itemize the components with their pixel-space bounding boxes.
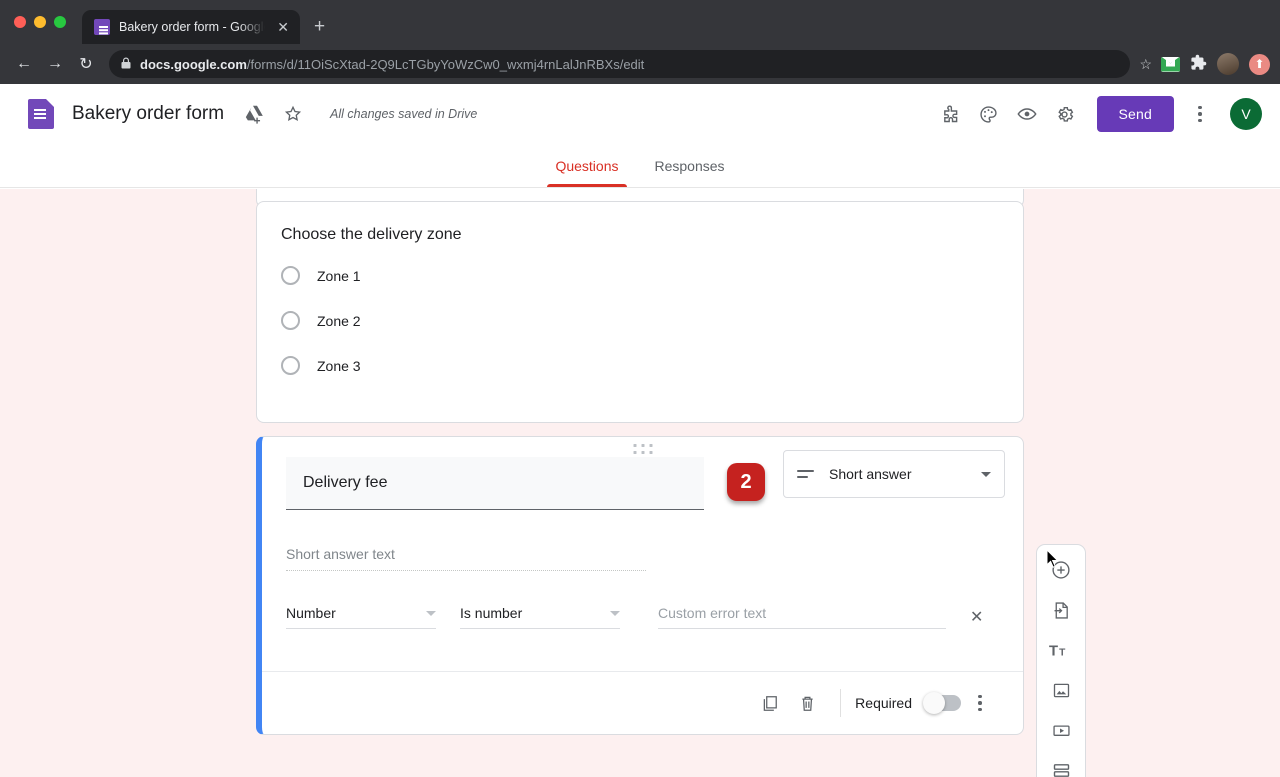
google-forms-logo-icon[interactable] [28, 99, 54, 129]
delete-icon[interactable] [788, 684, 826, 722]
browser-chrome: Bakery order form - Google For ✕ + ← → ↻… [0, 0, 1280, 84]
forms-app: Bakery order form All changes saved in D… [0, 84, 1280, 777]
validation-condition-label: Is number [460, 605, 522, 621]
save-status-text: All changes saved in Drive [330, 107, 477, 121]
add-video-button[interactable] [1041, 713, 1081, 747]
settings-icon[interactable] [1053, 102, 1077, 126]
question-title: Choose the delivery zone [281, 226, 999, 244]
close-window-button[interactable] [14, 16, 26, 28]
question-more-options-icon[interactable] [961, 684, 999, 722]
forms-favicon-icon [94, 19, 110, 35]
url-path: /forms/d/11OiScXtad-2Q9LcTGbyYoWzCw0_wxm… [247, 57, 644, 72]
customize-theme-icon[interactable] [977, 102, 1001, 126]
svg-text:T: T [1059, 648, 1066, 659]
account-avatar[interactable]: V [1230, 98, 1262, 130]
form-title[interactable]: Bakery order form [72, 103, 224, 125]
radio-icon[interactable] [281, 266, 300, 285]
radio-icon[interactable] [281, 356, 300, 375]
duplicate-icon[interactable] [750, 684, 788, 722]
validation-condition-select[interactable]: Is number [460, 605, 620, 629]
extensions-area: ⬆ [1157, 53, 1270, 75]
validation-row: Number Is number Custom error text ✕ [286, 605, 999, 629]
form-canvas: Choose the delivery zone Zone 1 Zone 2 Z… [0, 189, 1280, 777]
question-card-delivery-fee[interactable]: Delivery fee 2 Short answer Short answer… [256, 436, 1024, 735]
maximize-window-button[interactable] [54, 16, 66, 28]
chevron-down-icon[interactable] [426, 611, 436, 616]
step-badge: 2 [727, 463, 765, 501]
radio-icon[interactable] [281, 311, 300, 330]
option-row-zone-3[interactable]: Zone 3 [281, 356, 999, 375]
tab-title: Bakery order form - Google For [119, 20, 265, 34]
required-toggle[interactable] [925, 695, 961, 711]
question-card-delivery-zone[interactable]: Choose the delivery zone Zone 1 Zone 2 Z… [256, 201, 1024, 423]
question-title-input[interactable]: Delivery fee [286, 457, 704, 510]
validation-type-label: Number [286, 605, 336, 621]
question-body: Delivery fee 2 Short answer Short answer… [262, 437, 1023, 629]
lock-icon [121, 57, 131, 72]
profile-avatar-icon[interactable] [1217, 53, 1239, 75]
question-type-label: Short answer [829, 466, 966, 482]
option-label: Zone 1 [317, 268, 361, 284]
custom-error-placeholder: Custom error text [658, 605, 766, 621]
more-options-icon[interactable] [1188, 102, 1212, 126]
forms-tabs: Questions Responses [0, 144, 1280, 188]
chevron-down-icon[interactable] [981, 472, 991, 477]
star-icon[interactable] [276, 97, 310, 131]
add-ons-icon[interactable] [939, 102, 963, 126]
reload-button[interactable]: ↻ [72, 50, 100, 78]
send-button[interactable]: Send [1097, 96, 1175, 132]
minimize-window-button[interactable] [34, 16, 46, 28]
chevron-down-icon[interactable] [610, 611, 620, 616]
validation-type-select[interactable]: Number [286, 605, 436, 629]
remove-validation-icon[interactable]: ✕ [970, 607, 983, 627]
forward-button[interactable]: → [41, 50, 69, 78]
address-bar[interactable]: docs.google.com/forms/d/11OiScXtad-2Q9Lc… [109, 50, 1130, 78]
required-label: Required [855, 695, 912, 711]
add-section-button[interactable] [1041, 753, 1081, 777]
short-answer-placeholder: Short answer text [286, 546, 646, 571]
close-tab-icon[interactable]: ✕ [274, 18, 292, 36]
short-answer-icon [797, 470, 814, 478]
back-button[interactable]: ← [10, 50, 38, 78]
custom-error-input[interactable]: Custom error text [658, 605, 946, 629]
add-title-description-button[interactable]: TT [1041, 633, 1081, 667]
browser-tab[interactable]: Bakery order form - Google For ✕ [82, 10, 300, 44]
window-controls [14, 16, 66, 28]
update-button[interactable]: ⬆ [1249, 54, 1270, 75]
new-tab-button[interactable]: + [314, 16, 325, 38]
browser-toolbar: ← → ↻ docs.google.com/forms/d/11OiScXtad… [0, 44, 1280, 84]
forms-header: Bakery order form All changes saved in D… [0, 84, 1280, 144]
mouse-cursor [1046, 549, 1060, 569]
tab-responses[interactable]: Responses [637, 144, 743, 187]
tab-strip: Bakery order form - Google For ✕ + [0, 0, 1280, 44]
question-footer: Required [262, 671, 1023, 734]
extensions-puzzle-icon[interactable] [1190, 54, 1207, 75]
url-text: docs.google.com/forms/d/11OiScXtad-2Q9Lc… [140, 57, 644, 72]
option-label: Zone 2 [317, 313, 361, 329]
option-label: Zone 3 [317, 358, 361, 374]
import-questions-button[interactable] [1041, 593, 1081, 627]
add-image-button[interactable] [1041, 673, 1081, 707]
preview-icon[interactable] [1015, 102, 1039, 126]
add-item-toolbar: TT [1036, 544, 1086, 777]
header-actions: Send V [939, 96, 1263, 132]
option-row-zone-2[interactable]: Zone 2 [281, 311, 999, 330]
question-type-select[interactable]: Short answer [783, 450, 1005, 498]
svg-text:T: T [1049, 644, 1058, 660]
tab-questions[interactable]: Questions [537, 144, 636, 187]
url-domain: docs.google.com [140, 57, 247, 72]
move-to-drive-icon[interactable] [238, 97, 272, 131]
option-row-zone-1[interactable]: Zone 1 [281, 266, 999, 285]
gmail-icon[interactable] [1161, 57, 1180, 72]
bookmark-star-icon[interactable]: ☆ [1139, 56, 1152, 73]
footer-divider [840, 689, 841, 717]
